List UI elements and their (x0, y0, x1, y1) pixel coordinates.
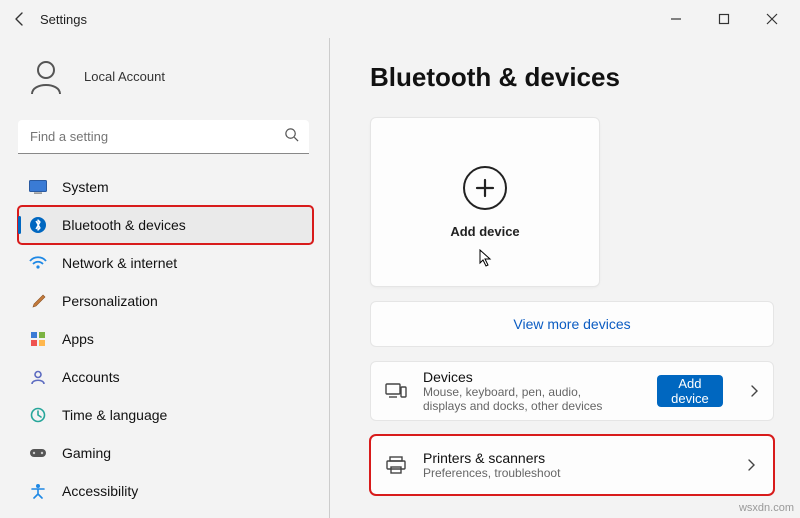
active-indicator (18, 216, 21, 234)
maximize-button[interactable] (704, 5, 744, 33)
search-input[interactable] (18, 120, 309, 154)
add-device-label: Add device (450, 224, 519, 239)
avatar-icon (24, 54, 68, 98)
sidebar-item-label: Accessibility (62, 483, 138, 499)
view-more-devices-button[interactable]: View more devices (370, 301, 774, 347)
sidebar-item-label: System (62, 179, 109, 195)
close-button[interactable] (752, 5, 792, 33)
apps-icon (28, 329, 48, 349)
sidebar-item-gaming[interactable]: Gaming (18, 434, 313, 472)
plus-icon (463, 166, 507, 210)
bluetooth-icon (28, 215, 48, 235)
sidebar-item-label: Gaming (62, 445, 111, 461)
accessibility-icon (28, 481, 48, 501)
row-subtitle: Preferences, troubleshoot (423, 466, 560, 480)
wifi-icon (28, 253, 48, 273)
search-icon (284, 127, 299, 147)
sidebar-item-network[interactable]: Network & internet (18, 244, 313, 282)
setting-row-printers-scanners[interactable]: Printers & scanners Preferences, trouble… (370, 435, 774, 495)
cursor-icon (479, 249, 493, 272)
add-device-card[interactable]: Add device (370, 117, 600, 287)
sidebar-item-label: Time & language (62, 407, 167, 423)
paintbrush-icon (28, 291, 48, 311)
setting-row-devices[interactable]: Devices Mouse, keyboard, pen, audio, dis… (370, 361, 774, 421)
system-icon (28, 177, 48, 197)
sidebar-item-bluetooth-devices[interactable]: Bluetooth & devices (18, 206, 313, 244)
printer-icon (385, 454, 407, 476)
sidebar-item-system[interactable]: System (18, 168, 313, 206)
chevron-right-icon (743, 457, 759, 473)
sidebar-item-label: Network & internet (62, 255, 177, 271)
settings-window: Settings Local Account (0, 0, 800, 518)
back-button[interactable] (8, 7, 32, 31)
sidebar-item-time-language[interactable]: Time & language (18, 396, 313, 434)
chevron-right-icon (749, 383, 759, 399)
row-title: Printers & scanners (423, 450, 560, 466)
gaming-icon (28, 443, 48, 463)
search-box[interactable] (18, 120, 309, 154)
row-title: Devices (423, 369, 625, 385)
main-content: Bluetooth & devices Add device View more… (330, 38, 800, 518)
sidebar-item-label: Accounts (62, 369, 120, 385)
sidebar-item-personalization[interactable]: Personalization (18, 282, 313, 320)
accounts-icon (28, 367, 48, 387)
watermark: wsxdn.com (739, 502, 794, 514)
titlebar: Settings (0, 0, 800, 38)
sidebar: Local Account System (0, 38, 330, 518)
add-device-button[interactable]: Add device (657, 375, 723, 407)
sidebar-item-accounts[interactable]: Accounts (18, 358, 313, 396)
sidebar-item-label: Personalization (62, 293, 158, 309)
sidebar-item-accessibility[interactable]: Accessibility (18, 472, 313, 510)
sidebar-item-label: Apps (62, 331, 94, 347)
account-name: Local Account (84, 69, 165, 84)
page-title: Bluetooth & devices (370, 62, 774, 93)
window-title: Settings (40, 12, 87, 27)
nav: System Bluetooth & devices Network & int… (18, 168, 313, 518)
account-section[interactable]: Local Account (18, 44, 313, 120)
sidebar-item-privacy-security[interactable]: Privacy & security (18, 510, 313, 518)
devices-icon (385, 380, 407, 402)
sidebar-item-label: Bluetooth & devices (62, 217, 186, 233)
minimize-button[interactable] (656, 5, 696, 33)
view-more-label: View more devices (513, 316, 630, 332)
sidebar-item-apps[interactable]: Apps (18, 320, 313, 358)
row-subtitle: Mouse, keyboard, pen, audio, displays an… (423, 385, 625, 413)
clock-icon (28, 405, 48, 425)
